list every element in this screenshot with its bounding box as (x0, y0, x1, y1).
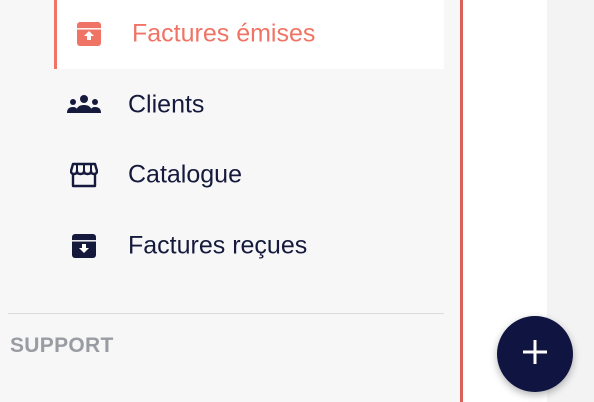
invoice-sent-icon (69, 19, 109, 49)
sidebar-item-factures-recues[interactable]: Factures reçues (54, 211, 444, 281)
sidebar-item-label: Factures reçues (128, 231, 308, 260)
sidebar-item-factures-emises[interactable]: Factures émises (54, 0, 444, 69)
sidebar-item-label: Clients (128, 90, 205, 119)
sidebar-divider (8, 313, 444, 314)
invoice-received-icon (64, 231, 104, 261)
section-title-support: SUPPORT (10, 334, 114, 357)
sidebar-item-clients[interactable]: Clients (54, 70, 444, 140)
add-button[interactable] (497, 316, 573, 392)
plus-icon (520, 337, 550, 372)
sidebar-item-label: Factures émises (132, 19, 316, 48)
sidebar-item-label: Catalogue (128, 160, 242, 189)
sidebar-item-catalogue[interactable]: Catalogue (54, 140, 444, 210)
store-icon (64, 160, 104, 190)
people-group-icon (64, 90, 104, 120)
